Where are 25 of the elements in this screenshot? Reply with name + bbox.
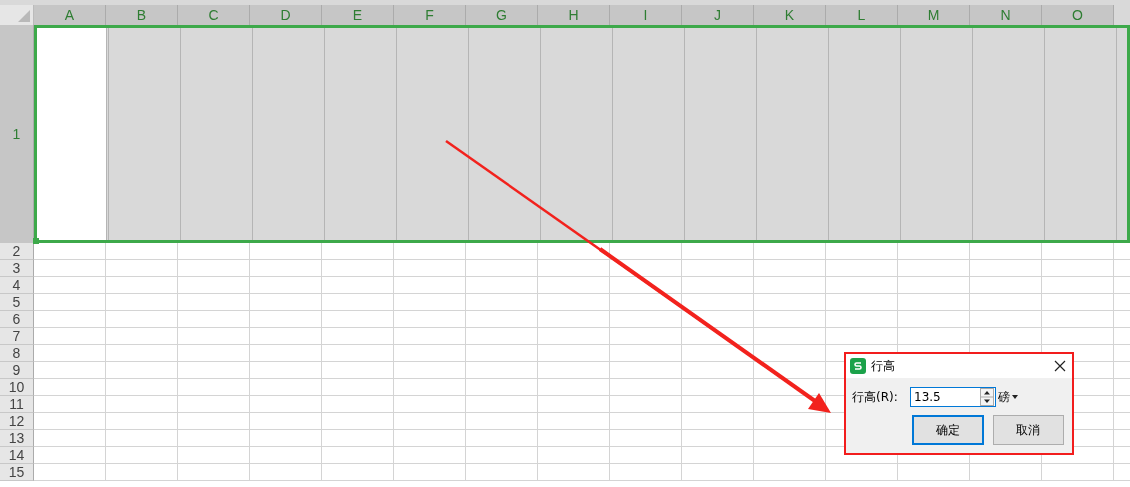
row-header[interactable]: 4: [0, 277, 34, 294]
row-header[interactable]: 3: [0, 260, 34, 277]
row-header[interactable]: 13: [0, 430, 34, 447]
spinner-icon[interactable]: [980, 388, 994, 406]
caret-icon[interactable]: [1012, 395, 1018, 399]
dialog-button[interactable]: 取消: [992, 415, 1064, 445]
active-cell[interactable]: [37, 28, 107, 240]
unit-label[interactable]: 磅: [998, 388, 1010, 406]
row-header[interactable]: 2: [0, 243, 34, 260]
row-header[interactable]: 7: [0, 328, 34, 345]
row-header[interactable]: 11: [0, 396, 34, 413]
app-icon: [850, 358, 866, 374]
row-header[interactable]: 8: [0, 345, 34, 362]
row-header[interactable]: 14: [0, 447, 34, 464]
dialog-button[interactable]: 确定: [912, 415, 984, 445]
row-header[interactable]: 5: [0, 294, 34, 311]
dialog-title: 行高: [871, 357, 896, 375]
row-header[interactable]: 9: [0, 362, 34, 379]
close-icon[interactable]: [1054, 360, 1066, 372]
cell-grid[interactable]: [34, 243, 1130, 481]
field-label: 行高(R):: [852, 388, 899, 406]
row-header[interactable]: 10: [0, 379, 34, 396]
row-header[interactable]: 15: [0, 464, 34, 481]
row-header[interactable]: 12: [0, 413, 34, 430]
row-header[interactable]: 6: [0, 311, 34, 328]
